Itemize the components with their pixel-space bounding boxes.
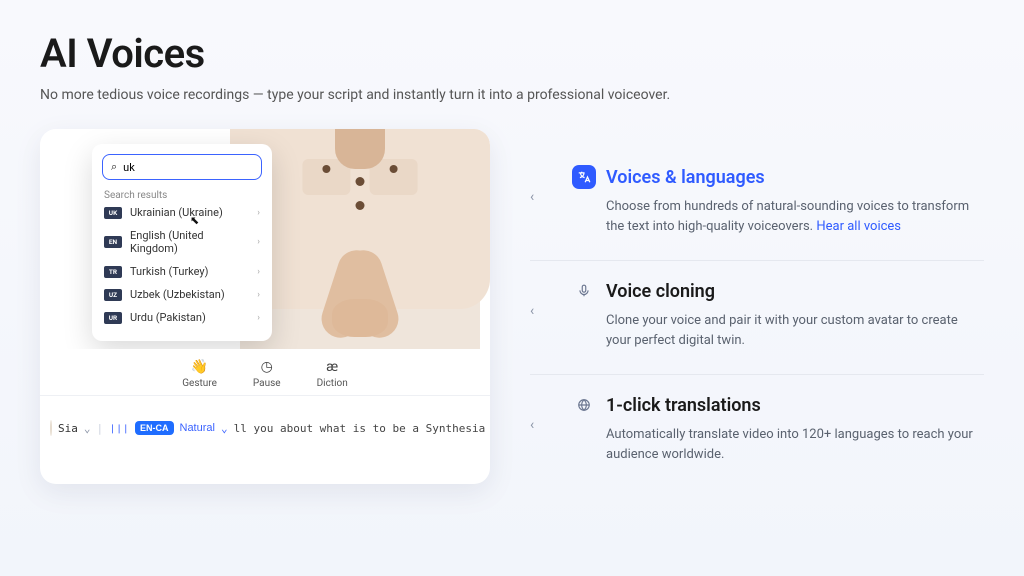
- feature-title: Voice cloning: [606, 281, 715, 302]
- search-result-item[interactable]: UK Ukrainian (Ukraine) ›: [102, 201, 262, 224]
- voice-name[interactable]: Sia: [58, 422, 78, 435]
- voice-editor-card: ⌕ Search results UK Ukrainian (Ukraine) …: [40, 129, 490, 484]
- feature-voice-cloning[interactable]: ‹ Voice cloning Clone your voice and pai…: [530, 261, 984, 375]
- pause-tool[interactable]: ◷ Pause: [253, 359, 281, 389]
- voice-style[interactable]: Natural: [180, 422, 215, 434]
- pause-icon: ◷: [261, 359, 273, 375]
- hear-all-voices-link[interactable]: Hear all voices: [816, 219, 901, 234]
- translate-icon: [572, 165, 596, 189]
- language-search-box[interactable]: ⌕: [102, 154, 262, 180]
- feature-translations[interactable]: ‹ 1-click translations Automatically tra…: [530, 375, 984, 488]
- lang-label: Uzbek (Uzbekistan): [130, 288, 249, 301]
- lang-code-badge: UZ: [104, 289, 122, 301]
- language-search-panel: ⌕ Search results UK Ukrainian (Ukraine) …: [92, 144, 272, 341]
- gesture-label: Gesture: [182, 378, 217, 389]
- divider: |: [97, 422, 104, 435]
- feature-description: Choose from hundreds of natural-sounding…: [572, 197, 976, 236]
- chevron-left-icon[interactable]: ‹: [530, 417, 534, 433]
- avatar-illustration: [240, 129, 480, 349]
- language-tag[interactable]: EN-CA: [135, 421, 174, 435]
- lang-code-badge: UR: [104, 312, 122, 324]
- microphone-icon: [572, 279, 596, 303]
- lang-label: Urdu (Pakistan): [130, 311, 249, 324]
- page-subtitle: No more tedious voice recordings — type …: [40, 87, 984, 103]
- chevron-left-icon[interactable]: ‹: [530, 303, 534, 319]
- editor-inline-toolbar: 👋 Gesture ◷ Pause æ Diction: [40, 349, 490, 396]
- search-results-header: Search results: [102, 190, 262, 201]
- feature-description: Clone your voice and pair it with your c…: [572, 311, 976, 350]
- diction-tool[interactable]: æ Diction: [317, 359, 348, 389]
- lang-label: Turkish (Turkey): [130, 265, 249, 278]
- feature-title: Voices & languages: [606, 167, 765, 188]
- chevron-right-icon: ›: [257, 290, 260, 300]
- mouse-cursor-icon: ⬉: [190, 214, 199, 227]
- gesture-icon: 👋: [191, 359, 208, 375]
- lang-code-badge: EN: [104, 236, 122, 248]
- chevron-left-icon[interactable]: ‹: [530, 189, 534, 205]
- search-result-item[interactable]: UZ Uzbek (Uzbekistan) ›: [102, 283, 262, 306]
- gesture-tool[interactable]: 👋 Gesture: [182, 359, 217, 389]
- search-result-item[interactable]: EN English (United Kingdom) ›: [102, 224, 262, 260]
- feature-title: 1-click translations: [606, 395, 761, 416]
- dropdown-icon[interactable]: ⌄: [84, 422, 91, 435]
- pause-label: Pause: [253, 378, 281, 389]
- script-row[interactable]: Sia ⌄ | ❘❘❘ EN-CA Natural ⌄ ll you about…: [40, 396, 490, 436]
- page-title: AI Voices: [40, 30, 984, 77]
- dropdown-icon[interactable]: ⌄: [221, 422, 228, 435]
- feature-voices-languages[interactable]: ‹ Voices & languages Choose from hundred…: [530, 147, 984, 261]
- diction-label: Diction: [317, 378, 348, 389]
- chevron-right-icon: ›: [257, 208, 260, 218]
- chevron-right-icon: ›: [257, 267, 260, 277]
- search-result-item[interactable]: TR Turkish (Turkey) ›: [102, 260, 262, 283]
- search-icon: ⌕: [111, 160, 117, 174]
- diction-icon: æ: [326, 359, 338, 375]
- chevron-right-icon: ›: [257, 237, 260, 247]
- chevron-right-icon: ›: [257, 313, 260, 323]
- voice-wave-icon[interactable]: ❘❘❘: [109, 422, 129, 435]
- features-list: ‹ Voices & languages Choose from hundred…: [530, 129, 984, 488]
- script-text[interactable]: ll you about what is to be a Synthesia a…: [234, 422, 490, 435]
- avatar-preview: ⌕ Search results UK Ukrainian (Ukraine) …: [40, 129, 490, 349]
- search-result-item[interactable]: UR Urdu (Pakistan) ›: [102, 306, 262, 329]
- voice-avatar-thumb[interactable]: [50, 420, 52, 436]
- lang-code-badge: TR: [104, 266, 122, 278]
- lang-label: English (United Kingdom): [130, 229, 249, 255]
- globe-icon: [572, 393, 596, 417]
- lang-code-badge: UK: [104, 207, 122, 219]
- language-search-input[interactable]: [123, 161, 253, 174]
- feature-description: Automatically translate video into 120+ …: [572, 425, 976, 464]
